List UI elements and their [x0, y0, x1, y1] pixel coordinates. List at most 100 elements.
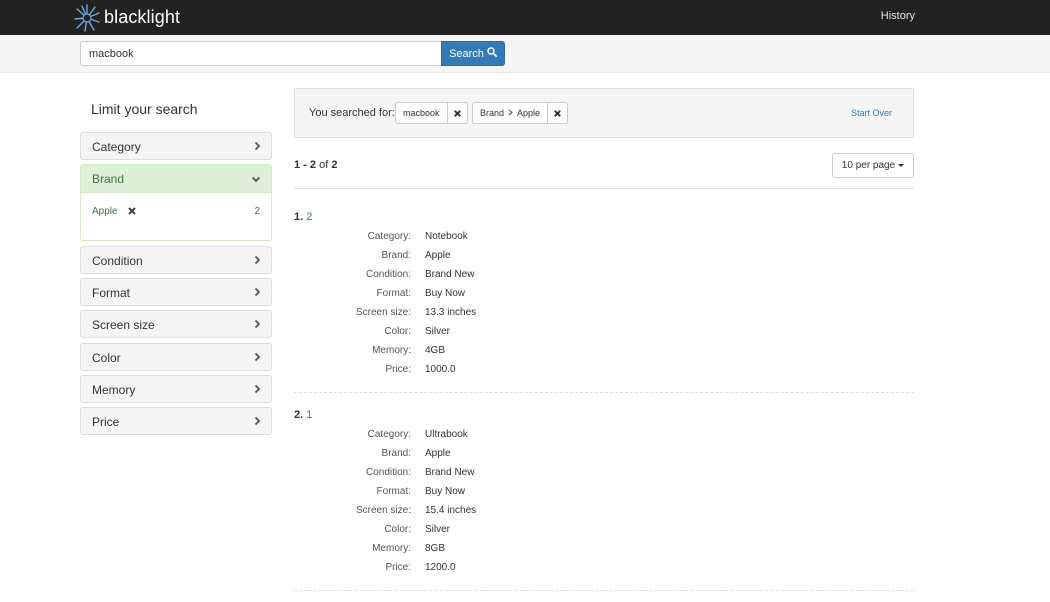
field-value-screen-size: 15.4 inches — [425, 505, 477, 516]
facet-count: 2 — [254, 206, 260, 217]
results-divider — [294, 188, 914, 189]
field-label-condition: Condition: — [365, 269, 411, 280]
start-over-link[interactable]: Start Over — [851, 108, 892, 118]
document-separator — [294, 392, 914, 393]
document-title: 2. 1 — [294, 409, 312, 421]
document-counter: 1. — [294, 211, 304, 223]
field-label-screen-size: Screen size: — [355, 505, 411, 516]
entries-of: of — [319, 159, 329, 171]
field-value-memory: 8GB — [425, 543, 446, 554]
constraint-brand-value: Brand Apple — [472, 102, 549, 124]
constraint-field: Brand — [480, 108, 505, 118]
document-counter: 2. — [294, 409, 304, 421]
field-value-category: Ultrabook — [425, 429, 468, 440]
search-input[interactable] — [80, 41, 442, 66]
per-page-label: 10 per page — [841, 160, 896, 171]
document-separator — [294, 590, 914, 591]
field-value-brand: Apple — [425, 250, 451, 261]
field-value-format: Buy Now — [425, 486, 466, 497]
chevron-right-icon — [254, 352, 261, 365]
search-constraints: You searched for: macbook Brand Apple St… — [294, 88, 914, 138]
top-navbar: blacklight History — [0, 0, 1050, 35]
constraint-query-text: macbook — [403, 108, 440, 118]
field-label-memory: Memory: — [372, 345, 411, 356]
facet-label: Brand — [92, 172, 125, 186]
chevron-right-icon — [254, 319, 261, 332]
field-value-memory: 4GB — [425, 345, 446, 356]
document-title-link[interactable]: 1 — [306, 409, 312, 421]
facet-memory[interactable]: Memory — [80, 375, 272, 403]
field-label-format: Format: — [376, 486, 411, 497]
constraint-query: macbook — [395, 102, 468, 124]
facet-format[interactable]: Format — [80, 278, 272, 306]
facet-condition[interactable]: Condition — [80, 246, 272, 274]
search-bar: Search — [0, 35, 1050, 73]
constraint-brand: Brand Apple — [472, 102, 569, 124]
field-value-price: 1000.0 — [425, 364, 456, 375]
caret-down-icon — [898, 164, 905, 167]
close-icon[interactable] — [548, 102, 569, 124]
field-value-color: Silver — [425, 326, 451, 337]
entries-range: 1 - 2 — [294, 159, 317, 171]
page-entries: 1 - 2 of 2 — [294, 159, 337, 171]
field-label-color: Color: — [384, 524, 411, 535]
facet-label: Screen size — [92, 318, 155, 332]
document-title: 1. 2 — [294, 211, 312, 223]
field-label-brand: Brand: — [381, 250, 411, 261]
facet-price[interactable]: Price — [80, 407, 272, 435]
field-value-color: Silver — [425, 524, 451, 535]
field-label-condition: Condition: — [365, 467, 411, 478]
constraint-query-value: macbook — [395, 102, 448, 124]
field-label-brand: Brand: — [381, 448, 411, 459]
field-label-price: Price: — [385, 562, 411, 573]
chevron-right-icon — [254, 416, 261, 429]
constraints-label: You searched for: — [309, 107, 395, 119]
chevron-right-icon — [254, 141, 261, 154]
field-value-condition: Brand New — [425, 467, 475, 478]
facet-label: Format — [92, 286, 131, 300]
field-value-category: Notebook — [425, 231, 468, 242]
facet-label: Memory — [92, 383, 136, 397]
chevron-right-icon — [254, 255, 261, 268]
close-icon[interactable] — [127, 206, 137, 219]
close-icon[interactable] — [447, 102, 468, 124]
facet-color[interactable]: Color — [80, 343, 272, 371]
field-value-brand: Apple — [425, 448, 451, 459]
facet-label: Price — [92, 415, 120, 429]
field-label-category: Category: — [367, 231, 411, 242]
brand-name: blacklight — [104, 7, 181, 27]
field-value-format: Buy Now — [425, 288, 466, 299]
field-label-price: Price: — [385, 364, 411, 375]
search-button[interactable]: Search — [441, 41, 505, 66]
chevron-right-icon — [254, 287, 261, 300]
chevron-right-icon — [254, 384, 261, 397]
field-label-color: Color: — [384, 326, 411, 337]
search-button-label: Search — [449, 47, 484, 60]
field-label-category: Category: — [367, 429, 411, 440]
blacklight-logo-icon — [73, 3, 101, 33]
facet-category[interactable]: Category — [80, 132, 272, 160]
search-icon — [487, 47, 497, 60]
field-value-condition: Brand New — [425, 269, 475, 280]
field-label-format: Format: — [376, 288, 411, 299]
constraint-value: Apple — [517, 108, 541, 118]
document-title-link[interactable]: 2 — [306, 211, 312, 223]
history-link[interactable]: History — [881, 10, 915, 22]
field-label-memory: Memory: — [372, 543, 411, 554]
field-value-screen-size: 13.3 inches — [425, 307, 477, 318]
field-label-screen-size: Screen size: — [355, 307, 411, 318]
facet-label: Color — [92, 351, 121, 365]
per-page-dropdown[interactable]: 10 per page — [832, 153, 914, 178]
facet-label: Condition — [92, 254, 143, 268]
facet-brand: Brand Apple 2 — [80, 164, 272, 241]
entries-total: 2 — [331, 159, 338, 171]
field-value-price: 1200.0 — [425, 562, 456, 573]
facet-screen-size[interactable]: Screen size — [80, 310, 272, 338]
sidebar-heading: Limit your search — [91, 101, 198, 117]
chevron-down-icon — [251, 174, 261, 186]
facet-brand-toggle[interactable]: Brand — [81, 165, 271, 193]
chevron-right-icon — [508, 108, 513, 118]
facet-label: Category — [92, 140, 141, 154]
brand-logo-link[interactable]: blacklight — [73, 2, 180, 33]
facet-value-apple: Apple — [92, 206, 118, 217]
